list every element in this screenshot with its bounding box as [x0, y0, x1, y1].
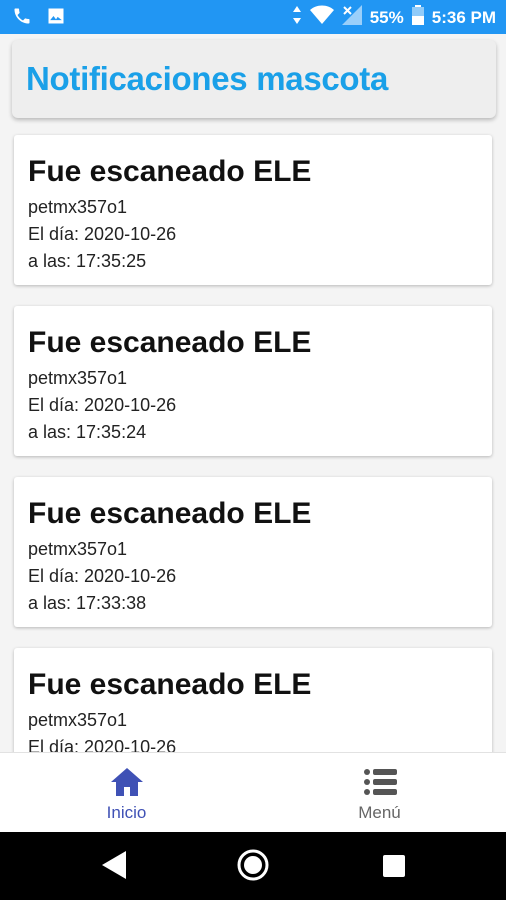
signal-off-icon [341, 5, 362, 30]
notification-list[interactable]: Fue escaneado ELE petmx357o1 El día: 202… [0, 120, 506, 752]
notification-code: petmx357o1 [28, 710, 128, 730]
list-icon [363, 767, 397, 802]
bottom-tab-bar: Inicio Menú [0, 752, 506, 833]
notification-card[interactable]: Fue escaneado ELE petmx357o1 El día: 202… [14, 648, 492, 752]
tab-label: Menú [358, 803, 401, 822]
notification-code: petmx357o1 [28, 368, 128, 388]
notification-time: a las: 17:35:24 [28, 422, 147, 442]
notification-card[interactable]: Fue escaneado ELE petmx357o1 El día: 202… [14, 477, 492, 627]
notification-code: petmx357o1 [28, 197, 128, 217]
data-arrows-icon [292, 6, 302, 29]
notification-card[interactable]: Fue escaneado ELE petmx357o1 El día: 202… [14, 306, 492, 456]
tab-inicio[interactable]: Inicio [0, 753, 253, 833]
notification-title: Fue escaneado ELE [28, 497, 312, 530]
tab-menu[interactable]: Menú [253, 753, 506, 833]
wifi-icon [309, 5, 334, 30]
notification-title: Fue escaneado ELE [28, 668, 312, 701]
phone-icon [12, 6, 32, 31]
notification-card[interactable]: Fue escaneado ELE petmx357o1 El día: 202… [14, 135, 492, 285]
system-nav-bar [0, 832, 506, 900]
notification-date: El día: 2020-10-26 [28, 395, 177, 415]
notification-date: El día: 2020-10-26 [28, 566, 177, 586]
notification-code: petmx357o1 [28, 539, 128, 559]
notification-date: El día: 2020-10-26 [28, 737, 177, 752]
battery-icon [411, 5, 424, 30]
notification-time: a las: 17:35:25 [28, 251, 147, 271]
notification-title: Fue escaneado ELE [28, 155, 312, 188]
back-icon[interactable] [100, 849, 128, 886]
notification-date: El día: 2020-10-26 [28, 224, 177, 244]
app-header: Notificaciones mascota [12, 40, 496, 118]
notification-title: Fue escaneado ELE [28, 326, 312, 359]
clock: 5:36 PM [431, 7, 496, 27]
recents-icon[interactable] [382, 854, 406, 883]
notification-time: a las: 17:33:38 [28, 593, 147, 613]
status-bar: 55% 5:36 PM [0, 0, 506, 34]
image-icon [46, 6, 66, 31]
home-circle-icon[interactable] [236, 848, 270, 887]
tab-label: Inicio [106, 803, 147, 822]
battery-level: 55% [369, 7, 404, 27]
home-icon [110, 767, 144, 802]
page-title: Notificaciones mascota [26, 60, 389, 97]
